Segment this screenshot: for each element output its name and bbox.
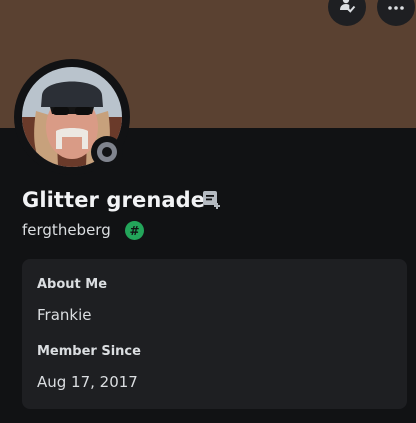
hashtag-badge-icon[interactable]: #	[125, 221, 144, 240]
offline-status-icon	[97, 142, 117, 162]
add-friend-icon	[337, 0, 357, 19]
more-icon	[386, 0, 406, 19]
about-me-text: Frankie	[37, 306, 92, 324]
display-name: Glitter grenade	[22, 188, 206, 212]
badge-symbol: #	[129, 223, 140, 238]
member-since-value: Aug 17, 2017	[37, 373, 138, 391]
member-since-title: Member Since	[37, 344, 141, 359]
note-icon[interactable]	[203, 191, 223, 213]
username: fergtheberg	[22, 221, 111, 239]
about-me-title: About Me	[37, 277, 108, 292]
